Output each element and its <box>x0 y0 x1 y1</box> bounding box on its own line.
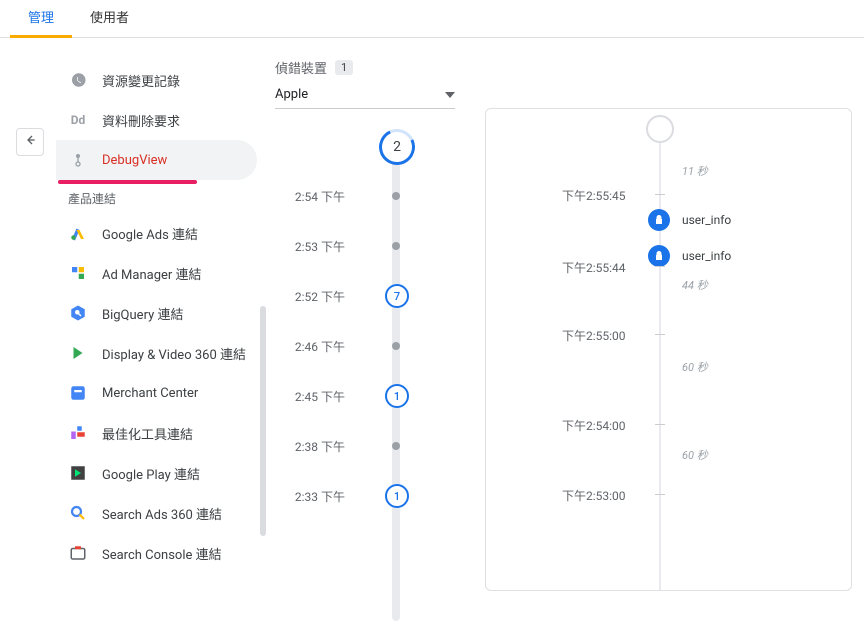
debug-device-count-badge: 1 <box>335 60 353 75</box>
search-console-icon <box>68 543 88 563</box>
back-button[interactable] <box>16 128 44 156</box>
minute-timeline: 偵錯裝置 1 Apple 2 2:54 下午 2:53 下午 2:52 下午 7 2:4… <box>265 58 485 591</box>
sidebar-item-label: Merchant Center <box>102 386 198 401</box>
event-icon <box>648 245 670 267</box>
detail-seconds-gap: 60 秒 <box>682 359 708 375</box>
sidebar-item-deletion[interactable]: Dd 資料刪除要求 <box>56 100 257 140</box>
sidebar-link-sa360[interactable]: Search Ads 360 連結 <box>56 493 257 533</box>
sidebar-link-ad-manager[interactable]: Ad Manager 連結 <box>56 253 257 293</box>
history-icon <box>68 70 88 90</box>
sidebar-section-header: 產品連結 <box>56 180 265 213</box>
sa360-icon <box>68 503 88 523</box>
optimize-icon <box>68 423 88 443</box>
sidebar-item-label: DebugView <box>102 153 167 168</box>
ad-manager-icon <box>68 263 88 283</box>
dv360-icon <box>68 343 88 363</box>
sidebar-link-search-console[interactable]: Search Console 連結 <box>56 533 257 573</box>
timeline-time: 2:45 下午 <box>275 388 345 405</box>
sidebar-item-label: Google Play 連結 <box>102 464 200 483</box>
sidebar-link-merchant[interactable]: Merchant Center <box>56 373 257 413</box>
timeline-count-node[interactable]: 1 <box>385 484 409 508</box>
timeline-time: 2:38 下午 <box>275 438 345 455</box>
detail-timestamp: 下午2:54:00 <box>562 417 626 434</box>
detail-timestamp: 下午2:55:44 <box>562 259 626 276</box>
sidebar-item-history[interactable]: 資源變更記錄 <box>56 60 257 100</box>
detail-tick <box>655 194 665 195</box>
google-ads-icon <box>68 223 88 243</box>
timeline-row[interactable]: 2:53 下午 <box>275 221 475 271</box>
detail-tick <box>655 334 665 335</box>
timeline-current-node[interactable]: 2 <box>374 124 420 170</box>
sidebar-link-optimize[interactable]: 最佳化工具連結 <box>56 413 257 453</box>
sidebar-item-label: 最佳化工具連結 <box>102 424 193 443</box>
detail-event[interactable]: user_info <box>648 209 731 231</box>
timeline-row[interactable]: 2:38 下午 <box>275 421 475 471</box>
tab-admin[interactable]: 管理 <box>10 0 72 38</box>
sidebar-item-debugview[interactable]: DebugView <box>56 140 257 180</box>
detail-seconds-gap: 44 秒 <box>682 277 708 293</box>
merchant-icon <box>68 383 88 403</box>
sidebar-scrollbar[interactable] <box>260 306 266 536</box>
timeline-dot <box>392 242 400 250</box>
timeline-count-node[interactable]: 1 <box>385 384 409 408</box>
timeline-time: 2:52 下午 <box>275 288 345 305</box>
timeline-time: 2:53 下午 <box>275 238 345 255</box>
sidebar-link-bigquery[interactable]: BigQuery 連結 <box>56 293 257 333</box>
debug-device-label: 偵錯裝置 <box>275 58 327 77</box>
timeline-row[interactable]: 2:54 下午 <box>275 171 475 221</box>
sidebar-item-label: Search Console 連結 <box>102 544 222 563</box>
sidebar-link-google-ads[interactable]: Google Ads 連結 <box>56 213 257 253</box>
device-select[interactable]: Apple <box>275 83 455 109</box>
sidebar-item-label: 資料刪除要求 <box>102 111 180 130</box>
timeline-row[interactable]: 2:45 下午 1 <box>275 371 475 421</box>
debug-icon <box>68 150 88 170</box>
sidebar-link-play[interactable]: Google Play 連結 <box>56 453 257 493</box>
event-icon <box>648 209 670 231</box>
timeline-time: 2:54 下午 <box>275 188 345 205</box>
detail-tick <box>655 266 665 267</box>
arrow-left-icon <box>22 132 38 152</box>
timeline-dot <box>392 342 400 350</box>
timeline-time: 2:33 下午 <box>275 488 345 505</box>
detail-timestamp: 下午2:53:00 <box>562 487 626 504</box>
dd-icon: Dd <box>68 110 88 130</box>
google-play-icon <box>68 463 88 483</box>
detail-seconds-gap: 60 秒 <box>682 447 708 463</box>
detail-timestamp: 下午2:55:45 <box>562 187 626 204</box>
timeline-dot <box>392 192 400 200</box>
bigquery-icon <box>68 303 88 323</box>
timeline-dot <box>392 442 400 450</box>
sidebar-item-label: Ad Manager 連結 <box>102 264 202 283</box>
sidebar-item-label: Search Ads 360 連結 <box>102 504 222 523</box>
timeline-row[interactable]: 2:52 下午 7 <box>275 271 475 321</box>
sidebar-item-label: 資源變更記錄 <box>102 71 180 90</box>
event-label: user_info <box>682 213 731 227</box>
detail-tick <box>655 424 665 425</box>
chevron-down-icon <box>445 87 455 102</box>
event-label: user_info <box>682 249 731 263</box>
sidebar-item-label: Display & Video 360 連結 <box>102 344 246 363</box>
seconds-detail-panel: 11 秒下午2:55:45 user_info user_info 下午2:55:44… <box>485 108 852 591</box>
timeline-count-node[interactable]: 7 <box>385 284 409 308</box>
sidebar-item-label: Google Ads 連結 <box>102 224 198 243</box>
sidebar-item-label: BigQuery 連結 <box>102 304 183 323</box>
detail-timestamp: 下午2:55:00 <box>562 327 626 344</box>
timeline-row[interactable]: 2:46 下午 <box>275 321 475 371</box>
detail-event[interactable]: user_info <box>648 245 731 267</box>
timeline-time: 2:46 下午 <box>275 338 345 355</box>
sidebar: 資源變更記錄 Dd 資料刪除要求 DebugView 產品連結 Google A… <box>0 38 265 591</box>
detail-top-circle <box>646 115 674 143</box>
detail-seconds-gap: 11 秒 <box>682 163 708 179</box>
detail-tick <box>655 494 665 495</box>
device-select-value: Apple <box>275 87 308 102</box>
sidebar-link-dv360[interactable]: Display & Video 360 連結 <box>56 333 257 373</box>
timeline-row[interactable]: 2:33 下午 1 <box>275 471 475 521</box>
tab-users[interactable]: 使用者 <box>72 0 147 38</box>
